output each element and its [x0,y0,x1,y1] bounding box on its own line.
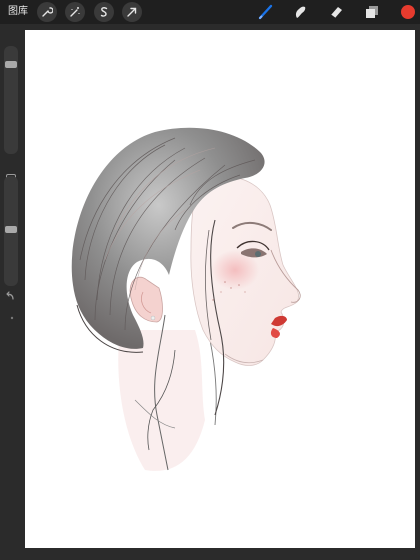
color-swatch [400,4,416,20]
opacity-slider[interactable] [4,176,18,286]
brush-icon [257,3,275,21]
drawing-canvas[interactable] [25,30,415,548]
brush-size-slider[interactable] [4,46,18,154]
transform-arrow-icon [126,6,138,18]
brush-tool-button[interactable] [256,2,276,22]
selection-button[interactable] [94,2,114,22]
transform-button[interactable] [122,2,142,22]
magic-wand-icon [69,6,81,18]
layers-icon [364,4,380,20]
wrench-icon [41,6,53,18]
opacity-thumb[interactable] [5,226,17,233]
selection-icon [98,6,110,18]
actions-button[interactable] [37,2,57,22]
left-sidebar [0,24,24,560]
smudge-tool-button[interactable] [290,2,310,22]
gallery-button[interactable]: 图库 [8,5,28,19]
adjustments-button[interactable] [65,2,85,22]
layers-button[interactable] [362,2,382,22]
undo-icon[interactable] [4,290,16,305]
smudge-icon [292,4,308,20]
brush-size-thumb[interactable] [5,61,17,68]
redo-icon[interactable] [8,314,16,324]
eraser-tool-button[interactable] [326,2,346,22]
eraser-icon [328,4,344,20]
portrait-artwork [71,127,301,471]
top-toolbar: 图库 [0,0,420,24]
color-button[interactable] [398,2,418,22]
